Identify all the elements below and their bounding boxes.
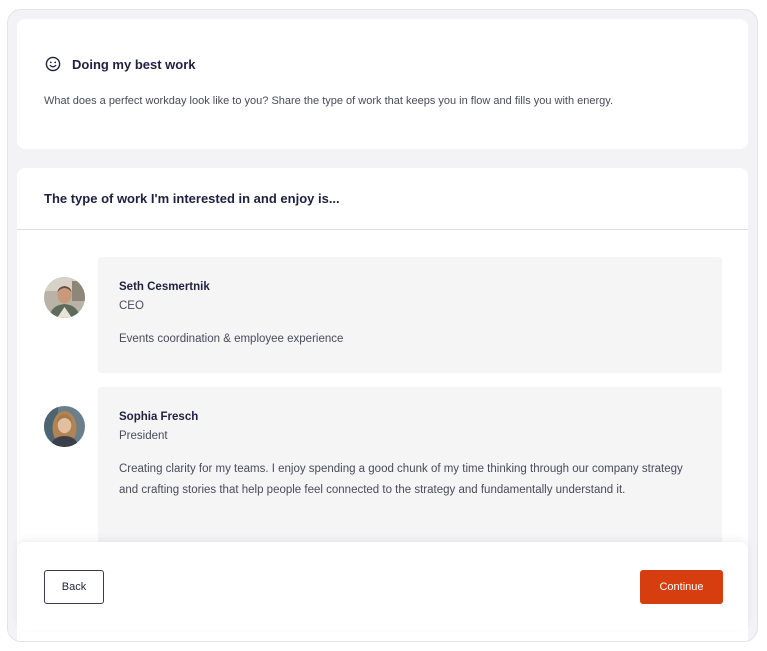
avatar-photo-seth [44,277,85,318]
survey-frame: Doing my best work What does a perfect w… [7,9,758,642]
respondent-name: Sophia Fresch [119,411,199,423]
smile-icon [45,56,61,72]
intro-heading: Doing my best work [45,56,196,72]
intro-card: Doing my best work What does a perfect w… [17,19,748,149]
response-card: Sophia Fresch President Creating clarity… [98,387,722,557]
footer-bar: Back Continue [17,542,748,630]
respondent-role: President [119,430,168,442]
response-text: Creating clarity for my teams. I enjoy s… [119,463,683,496]
section-title: The type of work I'm interested in and e… [44,191,340,206]
response-card: Seth Cesmertnik CEO Events coordination … [98,257,722,373]
avatar-photo-sophia [44,406,85,447]
section-header: The type of work I'm interested in and e… [17,168,748,230]
respondent-role: CEO [119,300,144,312]
intro-title: Doing my best work [72,56,196,72]
avatar [44,406,85,447]
avatar [44,277,85,318]
response-text: Events coordination & employee experienc… [119,333,344,345]
intro-description: What does a perfect workday look like to… [44,95,614,107]
respondent-name: Seth Cesmertnik [119,281,210,293]
continue-button[interactable]: Continue [640,570,723,604]
back-button[interactable]: Back [44,570,104,604]
